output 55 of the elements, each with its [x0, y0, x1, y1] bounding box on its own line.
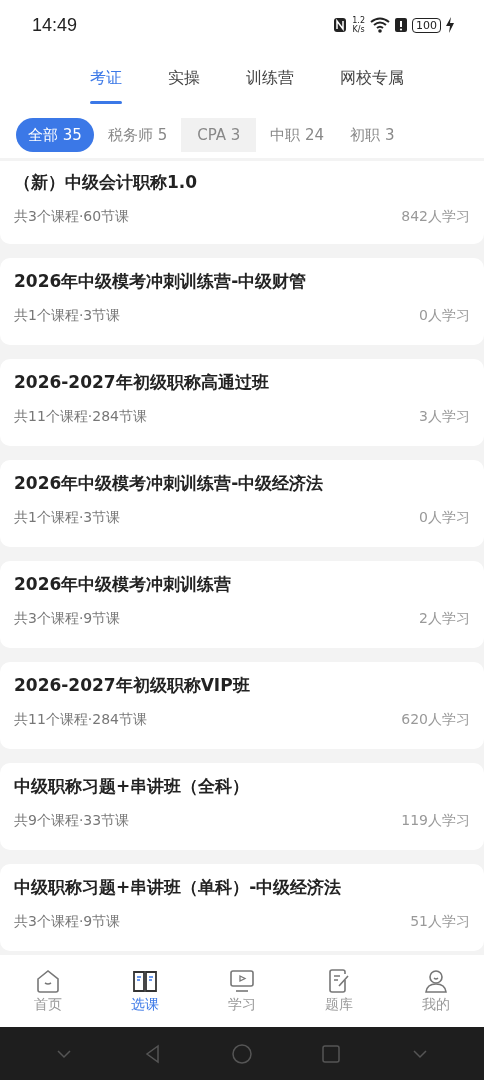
learner-count: 620人学习: [401, 711, 470, 729]
course-meta: 共11个课程·284节课: [14, 408, 147, 426]
course-meta: 共3个课程·9节课: [14, 610, 121, 628]
learner-count: 51人学习: [410, 913, 470, 931]
nfc-icon: [333, 17, 348, 33]
course-card[interactable]: 2026-2027年初级职称高通过班 共11个课程·284节课 3人学习: [0, 359, 484, 446]
learner-count: 119人学习: [401, 812, 470, 830]
course-title: 2026-2027年初级职称VIP班: [14, 674, 251, 697]
filter-chip[interactable]: 全部 35: [16, 118, 94, 152]
alert-icon: [395, 17, 407, 33]
home-button-icon[interactable]: [231, 1042, 253, 1065]
course-title: 中级职称习题+串讲班（全科）: [14, 775, 251, 798]
learner-count: 0人学习: [419, 509, 470, 527]
battery-level: 100: [412, 17, 441, 33]
course-meta: 共1个课程·3节课: [14, 509, 121, 527]
course-title: 2026年中级模考冲刺训练营-中级经济法: [14, 472, 325, 495]
learner-count: 842人学习: [401, 208, 470, 226]
course-title: 2026年中级模考冲刺训练营: [14, 573, 233, 596]
course-card[interactable]: 中级职称习题+串讲班（全科） 共9个课程·33节课 119人学习: [0, 763, 484, 850]
wifi-icon: [370, 17, 390, 33]
course-title: （新）中级会计职称1.0: [14, 171, 199, 194]
video-icon: [229, 968, 255, 994]
book-icon: [132, 968, 159, 994]
charging-icon: [446, 17, 454, 33]
profile-icon: [422, 968, 449, 994]
recents-icon[interactable]: [319, 1042, 342, 1065]
course-meta: 共9个课程·33节课: [14, 812, 130, 830]
nav-item[interactable]: 选课: [110, 967, 181, 1015]
category-tab[interactable]: 考证: [86, 50, 126, 112]
course-meta: 共11个课程·284节课: [14, 711, 147, 729]
learner-count: 0人学习: [419, 307, 470, 325]
category-tab[interactable]: 训练营: [242, 50, 298, 112]
course-card[interactable]: 2026年中级模考冲刺训练营 共3个课程·9节课 2人学习: [0, 561, 484, 648]
course-title: 2026-2027年初级职称高通过班: [14, 371, 270, 394]
course-card[interactable]: 2026年中级模考冲刺训练营-中级经济法 共1个课程·3节课 0人学习: [0, 460, 484, 547]
filter-chip[interactable]: 中职 24: [258, 118, 337, 152]
speed-unit: K/s: [352, 25, 365, 34]
course-meta: 共3个课程·60节课: [14, 208, 130, 226]
category-tab[interactable]: 网校专属: [336, 50, 408, 112]
course-title: 2026年中级模考冲刺训练营-中级财管: [14, 270, 308, 293]
status-time: 14:49: [32, 14, 78, 36]
course-card[interactable]: 中级职称习题+串讲班（单科）-中级经济法 共3个课程·9节课 51人学习: [0, 864, 484, 951]
filter-chip[interactable]: 初职 3: [338, 118, 407, 152]
learner-count: 3人学习: [419, 408, 470, 426]
course-card[interactable]: 2026年中级模考冲刺训练营-中级财管 共1个课程·3节课 0人学习: [0, 258, 484, 345]
learner-count: 2人学习: [419, 610, 470, 628]
course-card[interactable]: （新）中级会计职称1.0 共3个课程·60节课 842人学习: [0, 161, 484, 244]
course-card[interactable]: 2026-2027年初级职称VIP班 共11个课程·284节课 620人学习: [0, 662, 484, 749]
course-meta: 共3个课程·9节课: [14, 913, 121, 931]
category-tab[interactable]: 实操: [164, 50, 204, 112]
course-meta: 共1个课程·3节课: [14, 307, 121, 325]
home-icon: [35, 968, 62, 994]
filter-chip[interactable]: 税务师 5: [95, 118, 180, 152]
network-speed: 1.2: [352, 16, 365, 25]
course-title: 中级职称习题+串讲班（单科）-中级经济法: [14, 876, 343, 899]
